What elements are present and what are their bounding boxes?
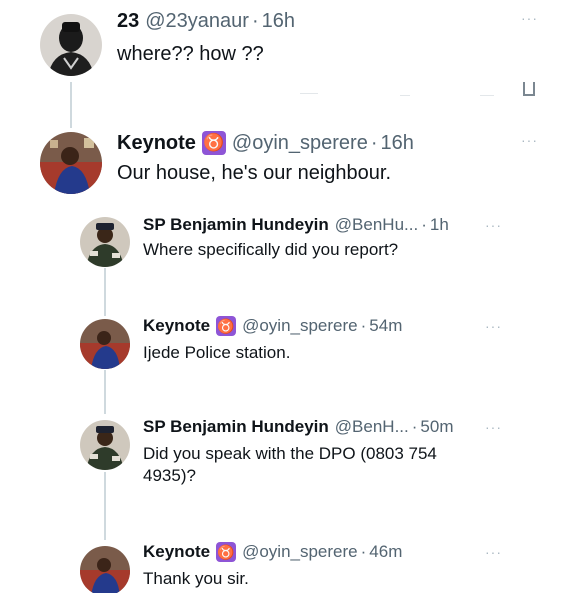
thread-line xyxy=(104,370,106,414)
tweet-keynote[interactable]: Keynote ♉ @oyin_sperere · 54m Ijede Poli… xyxy=(0,312,586,412)
tweet-header: Keynote ♉ @oyin_sperere · 54m xyxy=(143,316,402,336)
divider xyxy=(400,95,410,96)
avatar-photo-icon xyxy=(40,14,102,76)
timestamp[interactable]: 16h xyxy=(381,132,414,155)
handle[interactable]: @BenHu... xyxy=(335,215,418,235)
display-name[interactable]: SP Benjamin Hundeyin xyxy=(143,417,329,437)
timestamp[interactable]: 50m xyxy=(420,417,453,437)
display-name[interactable]: SP Benjamin Hundeyin xyxy=(143,215,329,235)
separator-dot: · xyxy=(421,215,427,234)
more-options-icon[interactable]: ··· xyxy=(485,544,502,560)
tweet-text: Ijede Police station. xyxy=(143,343,291,362)
avatar[interactable] xyxy=(40,132,102,194)
avatar-photo-icon xyxy=(40,132,102,194)
separator-dot: · xyxy=(251,10,259,32)
tweet-text: Thank you sir. xyxy=(143,569,249,588)
taurus-badge-icon: ♉ xyxy=(216,542,237,562)
separator-dot: · xyxy=(360,542,367,561)
handle[interactable]: @oyin_sperere xyxy=(232,132,368,155)
more-options-icon[interactable]: ··· xyxy=(521,10,538,26)
share-icon[interactable] xyxy=(523,82,535,96)
divider xyxy=(480,95,494,96)
display-name[interactable]: 23 xyxy=(117,10,139,33)
display-name[interactable]: Keynote xyxy=(143,316,210,336)
separator-dot: · xyxy=(411,417,418,436)
avatar[interactable] xyxy=(80,319,130,369)
avatar[interactable] xyxy=(80,420,130,470)
tweet-text: where?? how ?? xyxy=(117,43,264,65)
more-options-icon[interactable]: ··· xyxy=(485,217,502,233)
divider xyxy=(300,93,318,94)
tweet-text: Where specifically did you report? xyxy=(143,240,399,259)
timestamp[interactable]: 1h xyxy=(430,215,449,235)
handle[interactable]: @BenH... xyxy=(335,417,409,437)
timestamp[interactable]: 46m xyxy=(369,542,402,562)
tweet-keynote[interactable]: Keynote ♉ @oyin_sperere · 16h Our house,… xyxy=(0,118,586,208)
avatar-photo-icon xyxy=(80,546,130,593)
handle[interactable]: @oyin_sperere xyxy=(242,542,358,562)
avatar-photo-icon xyxy=(80,420,130,470)
separator-dot: · xyxy=(360,316,367,335)
tweet-header: SP Benjamin Hundeyin @BenH... · 50m xyxy=(143,417,453,437)
avatar-photo-icon xyxy=(80,217,130,267)
tweet-header: 23 @23yanaur · 16h xyxy=(117,10,295,33)
avatar[interactable] xyxy=(40,14,102,76)
display-name[interactable]: Keynote xyxy=(117,132,196,155)
timestamp[interactable]: 16h xyxy=(262,10,295,33)
tweet-benjamin-hundeyin[interactable]: SP Benjamin Hundeyin @BenHu... · 1h Wher… xyxy=(0,212,586,312)
display-name[interactable]: Keynote xyxy=(143,542,210,562)
tweet-header: Keynote ♉ @oyin_sperere · 46m xyxy=(143,542,402,562)
tweet-keynote[interactable]: Keynote ♉ @oyin_sperere · 46m Thank you … xyxy=(0,536,586,593)
tweet-benjamin-hundeyin[interactable]: SP Benjamin Hundeyin @BenH... · 50m Did … xyxy=(0,414,586,534)
more-options-icon[interactable]: ··· xyxy=(521,132,538,148)
avatar[interactable] xyxy=(80,546,130,593)
more-options-icon[interactable]: ··· xyxy=(485,318,502,334)
tweet-header: Keynote ♉ @oyin_sperere · 16h xyxy=(117,131,414,155)
thread-line xyxy=(104,268,106,316)
avatar-photo-icon xyxy=(80,319,130,369)
handle[interactable]: @oyin_sperere xyxy=(242,316,358,336)
tweet-text: Our house, he's our neighbour. xyxy=(117,162,392,184)
more-options-icon[interactable]: ··· xyxy=(485,419,502,435)
tweet-header: SP Benjamin Hundeyin @BenHu... · 1h xyxy=(143,215,449,235)
taurus-badge-icon: ♉ xyxy=(201,131,226,155)
tweet-text: Did you speak with the DPO (0803 754 493… xyxy=(143,444,437,485)
separator-dot: · xyxy=(370,131,378,154)
avatar[interactable] xyxy=(80,217,130,267)
taurus-badge-icon: ♉ xyxy=(216,316,237,336)
thread-line xyxy=(104,472,106,540)
timestamp[interactable]: 54m xyxy=(369,316,402,336)
tweet-23yanaur[interactable]: 23 @23yanaur · 16h where?? how ?? ··· xyxy=(0,0,586,100)
handle[interactable]: @23yanaur xyxy=(145,10,249,33)
